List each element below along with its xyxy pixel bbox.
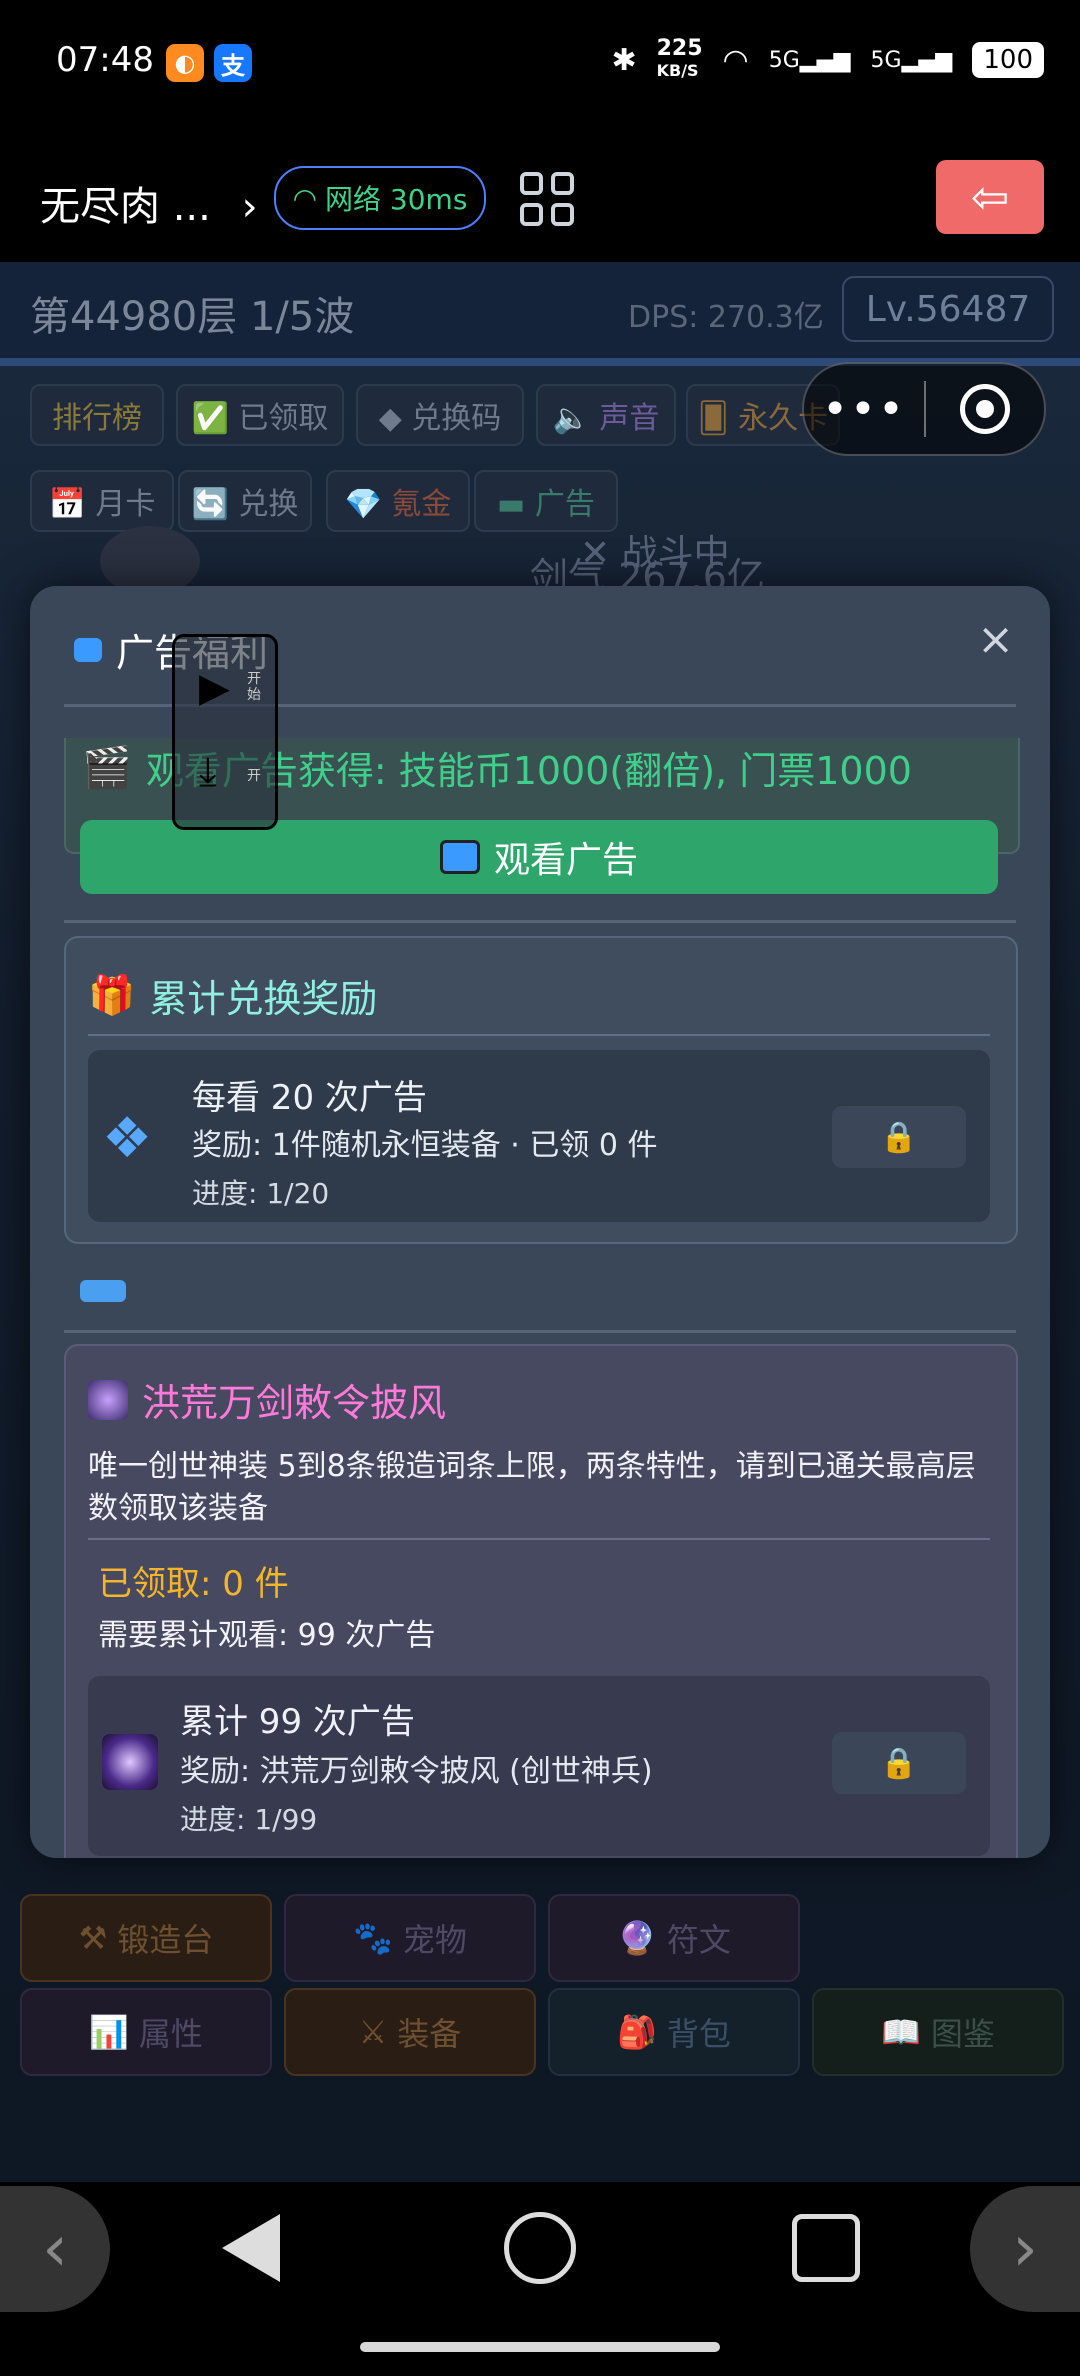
chip-exchange[interactable]: 🔄 兑换: [178, 470, 312, 532]
lock-button[interactable]: 🔒: [832, 1732, 966, 1794]
tv-icon: [439, 840, 480, 874]
close-miniprogram-button[interactable]: [926, 384, 1044, 434]
signal-icon: 5G▂▄▆: [768, 47, 851, 73]
status-bar: 07:48 ◐ 支 ✱ 225 KB/S ◠ 5G▂▄▆ 5G▂▄▆ 100: [0, 0, 1080, 130]
download-label: 开: [247, 768, 261, 784]
back-icon[interactable]: [222, 2214, 280, 2282]
clapper-icon: 🎬: [82, 745, 132, 791]
divider: [64, 1330, 1016, 1333]
chip-leaderboard[interactable]: 排行榜: [30, 384, 164, 446]
gift-icon: 🎁: [88, 973, 136, 1017]
watch-ad-button[interactable]: 观看广告: [80, 820, 998, 894]
status-right: ✱ 225 KB/S ◠ 5G▂▄▆ 5G▂▄▆ 100: [611, 38, 1044, 82]
network-status-pill[interactable]: ◠ 网络 30ms: [274, 166, 486, 230]
bluetooth-icon: ✱: [611, 42, 637, 78]
special-reward-card: 洪荒万剑敕令披风 唯一创世神装 5到8条锻造词条上限，两条特性，请到已通关最高层…: [64, 1344, 1018, 1858]
download-icon[interactable]: ⤓: [199, 749, 217, 795]
cloak-icon: [102, 1734, 158, 1790]
bag-icon: 🎒: [617, 2013, 657, 2051]
alipay-icon: 支: [214, 44, 252, 82]
capsule-menu[interactable]: •••: [802, 362, 1046, 456]
chip-sound[interactable]: 🔈 声音: [536, 384, 676, 446]
chip-redeem-code[interactable]: ◆ 兑换码: [356, 384, 524, 446]
bag-button[interactable]: 🎒 背包: [548, 1988, 800, 2076]
divider: [64, 920, 1016, 923]
accum-reward-card: 🎁 累计兑换奖励 ❖ 每看 20 次广告 奖励: 1件随机永恒装备 · 已领 0…: [64, 936, 1018, 1244]
play-label: 开始: [247, 671, 261, 703]
chevron-right-icon: ›: [241, 184, 258, 230]
recents-icon[interactable]: [792, 2214, 860, 2282]
lock-icon: 🔒: [880, 1745, 918, 1781]
level-label: 第44980层 1/5波: [30, 294, 355, 340]
wifi-icon: ◠: [292, 181, 318, 215]
accum-line3: 进度: 1/20: [192, 1177, 330, 1210]
cloak-icon: [88, 1379, 128, 1420]
play-icon[interactable]: ▶: [199, 665, 230, 711]
lock-button[interactable]: 🔒: [832, 1106, 966, 1168]
accum-line2: 奖励: 1件随机永恒装备 · 已领 0 件: [192, 1128, 658, 1163]
collapse-pill[interactable]: [80, 1280, 126, 1302]
more-icon[interactable]: •••: [804, 384, 924, 435]
mini-program-bar: 无尽肉 ... › ◠ 网络 30ms ⇦: [0, 130, 1080, 262]
tv-icon: [74, 637, 102, 662]
special-item: 累计 99 次广告 奖励: 洪荒万剑敕令披风 (创世神兵) 进度: 1/99 🔒: [88, 1676, 990, 1856]
special-line3: 进度: 1/99: [180, 1803, 318, 1836]
attributes-button[interactable]: 📊 属性: [20, 1988, 272, 2076]
close-icon[interactable]: ×: [977, 614, 1014, 665]
forge-button[interactable]: ⚒ 锻造台: [20, 1894, 272, 1982]
chip-ads[interactable]: ▬ 广告: [474, 470, 618, 532]
bar-chart-icon: 📊: [89, 2013, 129, 2051]
special-line1: 累计 99 次广告: [180, 1702, 415, 1742]
grid-icon: [520, 172, 543, 195]
chip-claimed[interactable]: ✅ 已领取: [176, 384, 344, 446]
exit-icon: ⇦: [970, 170, 1010, 224]
player-level: Lv.56487: [842, 276, 1054, 342]
accum-item: ❖ 每看 20 次广告 奖励: 1件随机永恒装备 · 已领 0 件 进度: 1/…: [88, 1050, 990, 1222]
special-line2: 奖励: 洪荒万剑敕令披风 (创世神兵): [180, 1754, 653, 1789]
gesture-handle[interactable]: [360, 2342, 720, 2352]
app-notification-icon: ◐: [166, 44, 204, 82]
lock-icon: 🔒: [880, 1119, 918, 1155]
pet-button[interactable]: 🐾 宠物: [284, 1894, 536, 1982]
swords-icon: ⚔: [358, 2013, 388, 2051]
divider: [88, 1538, 990, 1540]
paw-icon: 🐾: [353, 1919, 393, 1957]
accum-line1: 每看 20 次广告: [192, 1078, 427, 1118]
claimed-count: 已领取: 0 件: [98, 1564, 289, 1604]
signal-icon-2: 5G▂▄▆: [870, 47, 953, 73]
accum-title: 🎁 累计兑换奖励: [88, 973, 378, 1021]
orb-icon: 🔮: [617, 1919, 657, 1957]
chip-monthly-card[interactable]: 📅 月卡: [30, 470, 174, 532]
grid-menu-button[interactable]: [520, 172, 574, 226]
status-time: 07:48: [56, 40, 154, 80]
divider: [88, 1034, 990, 1036]
special-desc: 唯一创世神装 5到8条锻造词条上限，两条特性，请到已通关最高层数领取该装备: [88, 1449, 976, 1526]
special-title: 洪荒万剑敕令披风: [88, 1372, 446, 1427]
equipment-button[interactable]: ⚔ 装备: [284, 1988, 536, 2076]
book-icon: 📖: [881, 2013, 921, 2051]
rune-button[interactable]: 🔮 符文: [548, 1894, 800, 1982]
app-name[interactable]: 无尽肉 ... ›: [40, 174, 258, 232]
net-speed: 225 KB/S: [656, 36, 703, 81]
required-views: 需要累计观看: 99 次广告: [98, 1618, 436, 1653]
chip-topup[interactable]: 💎 氪金: [326, 470, 470, 532]
exit-button[interactable]: ⇦: [936, 160, 1044, 234]
dps-label: DPS: 270.3亿: [628, 300, 824, 335]
wifi-icon: ◠: [722, 42, 749, 78]
hammer-icon: ⚒: [78, 1919, 108, 1957]
home-icon[interactable]: [504, 2212, 576, 2284]
media-widget[interactable]: ▶ 开始 ⤓ 开: [172, 634, 278, 830]
codex-button[interactable]: 📖 图鉴: [812, 1988, 1064, 2076]
target-icon: [960, 384, 1010, 434]
diamond-icon: ❖: [102, 1106, 153, 1171]
battery-icon: 100: [972, 42, 1044, 78]
